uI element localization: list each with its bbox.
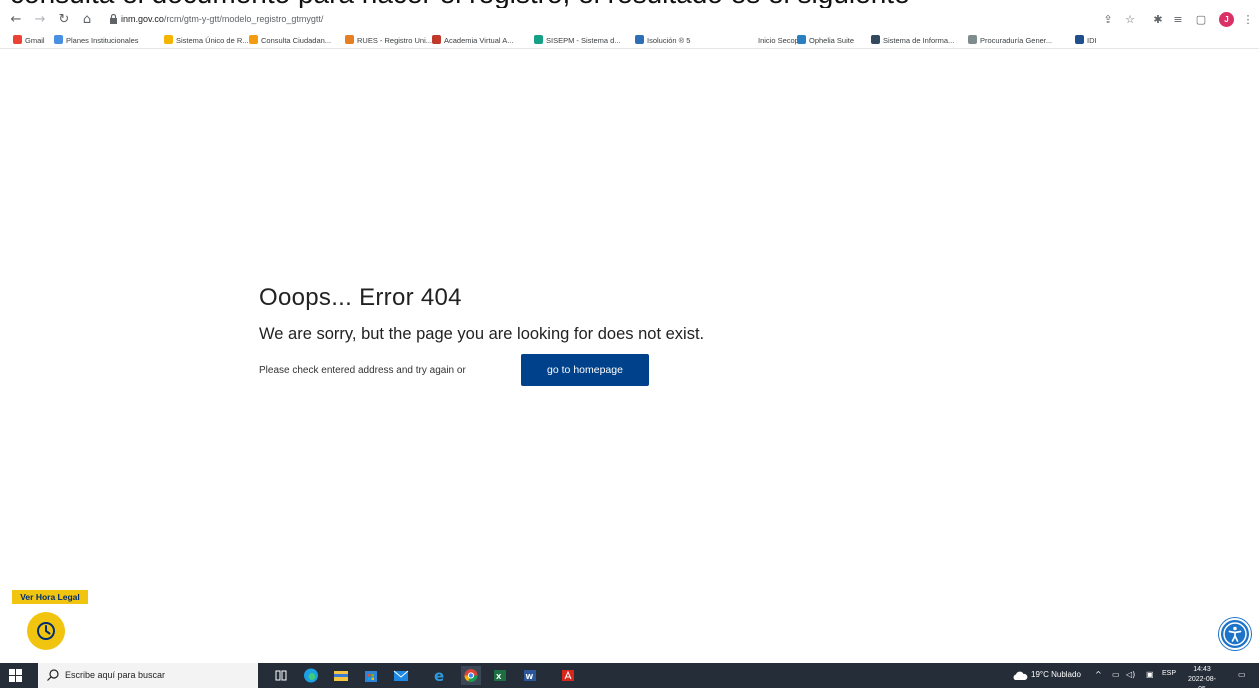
bookmark-item[interactable]: Sistema Único de R... [164, 35, 249, 47]
store-icon[interactable] [361, 666, 381, 685]
bookmark-label: Consulta Ciudadan... [261, 36, 332, 45]
cloud-icon [1013, 671, 1028, 680]
url-domain: inm.gov.co [121, 14, 164, 24]
screen: consulta el documento para hacer el regi… [0, 0, 1259, 688]
windows-start-icon[interactable] [9, 669, 22, 682]
cropped-caption: consulta el documento para hacer el regi… [10, 0, 1259, 8]
language-indicator[interactable]: ESP [1162, 670, 1176, 677]
menu-dots-icon[interactable]: ⋮ [1240, 11, 1256, 29]
back-arrow-icon[interactable]: ← [7, 11, 25, 29]
error-subtitle: We are sorry, but the page you are looki… [259, 325, 705, 343]
taskbar-clock[interactable]: 14:43 2022-08-05 [1186, 665, 1218, 688]
error-title: Ooops... Error 404 [259, 284, 462, 311]
chevron-up-icon[interactable]: ^ [1095, 670, 1102, 679]
bookmark-item[interactable]: Procuraduría Gener... [968, 35, 1052, 47]
bookmark-favicon-icon [871, 35, 880, 44]
svg-text:X: X [496, 673, 502, 681]
acrobat-icon[interactable] [558, 666, 578, 685]
bookmark-item[interactable]: Consulta Ciudadan... [249, 35, 331, 47]
search-icon [47, 669, 59, 681]
bookmark-label: RUES - Registro Uni... [357, 36, 433, 45]
volume-icon[interactable]: ◁) [1126, 670, 1135, 679]
bookmark-favicon-icon [746, 35, 755, 44]
url-path: /rcm/gtm-y-gtt/modelo_registro_gtmygtt/ [163, 14, 324, 24]
internet-explorer-icon[interactable]: e [430, 666, 450, 685]
forward-arrow-icon[interactable]: → [31, 11, 49, 29]
keyboard-icon[interactable]: ▣ [1146, 670, 1154, 679]
clock-time: 14:43 [1193, 666, 1211, 673]
bookmark-label: Inicio Secopll [758, 36, 803, 45]
side-panel-icon[interactable]: ▢ [1193, 11, 1209, 29]
notifications-icon[interactable]: ▭ [1238, 670, 1246, 679]
bookmark-label: Isolución ® 5 [647, 36, 691, 45]
bookmark-label: Ophelia Suite [809, 36, 855, 45]
bookmark-label: Sistema de Informa... [883, 36, 955, 45]
svg-text:e: e [434, 667, 444, 685]
bookmark-favicon-icon [164, 35, 173, 44]
bookmark-favicon-icon [13, 35, 22, 44]
bookmark-favicon-icon [54, 35, 63, 44]
bookmark-favicon-icon [534, 35, 543, 44]
network-icon[interactable]: ▭ [1112, 670, 1120, 679]
bookmark-item[interactable]: Inicio Secopll [746, 35, 802, 47]
windows-taskbar: Escribe aquí para buscar e X W 19°C Nubl… [0, 663, 1259, 688]
bookmark-item[interactable]: Ophelia Suite [797, 35, 854, 47]
bookmark-favicon-icon [968, 35, 977, 44]
bookmark-label: Sistema Único de R... [176, 36, 249, 45]
bookmark-favicon-icon [249, 35, 258, 44]
word-icon[interactable]: W [520, 666, 540, 685]
error-hint: Please check entered address and try aga… [259, 365, 466, 376]
weather-text[interactable]: 19°C Nublado [1031, 670, 1081, 679]
bookmark-label: Planes Institucionales [66, 36, 139, 45]
bookmark-favicon-icon [1075, 35, 1084, 44]
bookmark-item[interactable]: IDI [1075, 35, 1097, 47]
home-icon[interactable]: ⌂ [78, 11, 96, 29]
bookmarks-bar: Gmail Planes Institucionales Sistema Único… [0, 33, 1259, 49]
reading-list-icon[interactable]: ≡ [1170, 11, 1186, 29]
hora-legal-label[interactable]: Ver Hora Legal [12, 590, 88, 604]
bookmark-favicon-icon [797, 35, 806, 44]
reload-icon[interactable]: ↻ [55, 11, 73, 29]
accessibility-icon[interactable] [1219, 618, 1251, 650]
bookmark-label: Academia Virtual A... [444, 36, 514, 45]
taskbar-search-box[interactable]: Escribe aquí para buscar [38, 663, 258, 688]
bookmark-item[interactable]: Gmail [13, 35, 45, 47]
svg-text:W: W [526, 673, 534, 681]
task-view-icon[interactable] [271, 666, 291, 685]
bookmark-label: Gmail [25, 36, 45, 45]
extensions-icon[interactable]: ✱ [1150, 11, 1166, 29]
edge-icon[interactable] [301, 666, 321, 685]
search-placeholder: Escribe aquí para buscar [65, 670, 166, 680]
bookmark-label: IDI [1087, 36, 1097, 45]
lock-icon [110, 13, 117, 24]
clock-date: 2022-08-05 [1187, 676, 1217, 688]
clock-icon[interactable] [27, 612, 65, 650]
profile-avatar[interactable]: J [1219, 12, 1234, 27]
excel-icon[interactable]: X [490, 666, 510, 685]
address-bar[interactable]: inm.gov.co/rcm/gtm-y-gtt/modelo_registro… [121, 14, 323, 24]
bookmark-item[interactable]: Sistema de Informa... [871, 35, 954, 47]
bookmark-favicon-icon [432, 35, 441, 44]
chrome-icon[interactable] [461, 666, 481, 685]
share-icon[interactable]: ⇪ [1100, 11, 1116, 29]
star-icon[interactable]: ☆ [1122, 11, 1138, 29]
mail-icon[interactable] [391, 666, 411, 685]
bookmark-favicon-icon [345, 35, 354, 44]
bookmark-item[interactable]: SISEPM - Sistema d... [534, 35, 621, 47]
bookmark-favicon-icon [635, 35, 644, 44]
browser-toolbar: ← → ↻ ⌂ inm.gov.co/rcm/gtm-y-gtt/modelo_… [0, 9, 1259, 33]
bookmark-label: Procuraduría Gener... [980, 36, 1053, 45]
bookmark-item[interactable]: RUES - Registro Uni... [345, 35, 432, 47]
bookmark-item[interactable]: Isolución ® 5 [635, 35, 690, 47]
file-explorer-icon[interactable] [331, 666, 351, 685]
bookmark-label: SISEPM - Sistema d... [546, 36, 621, 45]
bookmark-item[interactable]: Planes Institucionales [54, 35, 139, 47]
go-to-homepage-button[interactable]: go to homepage [521, 354, 649, 386]
bookmark-item[interactable]: Academia Virtual A... [432, 35, 513, 47]
